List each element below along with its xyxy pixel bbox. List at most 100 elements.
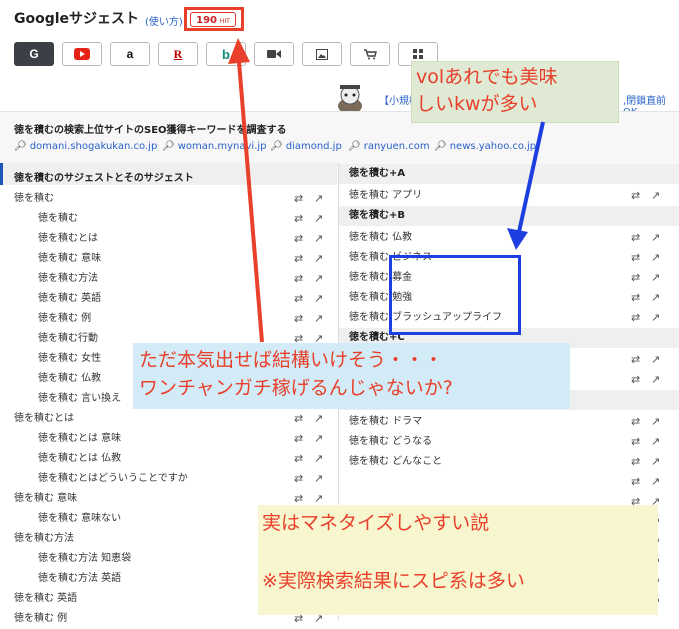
seo-site-link[interactable]: 🔎︎ ranyuen.com [348, 141, 430, 152]
suggest-keyword[interactable]: 徳を積む 英語 [38, 289, 101, 309]
external-link-icon[interactable]: ↗ [651, 472, 660, 492]
suggest-keyword[interactable]: 徳を積む方法 英語 [38, 569, 121, 589]
external-link-icon[interactable]: ↗ [651, 186, 660, 206]
suggest-row[interactable]: 徳を積むとは 意味 ⇄ ↗ [0, 429, 337, 449]
suggest-keyword[interactable]: 徳を積むとはどういうことですか [38, 469, 188, 489]
reload-icon[interactable]: ⇄ [631, 412, 640, 432]
suggest-keyword[interactable]: 徳を積むとは [14, 409, 74, 429]
reload-icon[interactable]: ⇄ [631, 308, 640, 328]
suggest-keyword[interactable]: 徳を積む方法 知恵袋 [38, 549, 131, 569]
external-link-icon[interactable]: ↗ [314, 469, 323, 489]
engine-button-shopping[interactable] [350, 42, 390, 66]
suggest-row[interactable]: 徳を積むとは ⇄ ↗ [0, 409, 337, 429]
suggest-keyword[interactable]: 徳を積む 意味 [38, 249, 101, 269]
external-link-icon[interactable]: ↗ [651, 370, 660, 390]
suggest-keyword[interactable]: 徳を積む 例 [38, 309, 91, 329]
suggest-keyword[interactable]: 徳を積むとは [38, 229, 98, 249]
external-link-icon[interactable]: ↗ [314, 269, 323, 289]
suggest-row[interactable]: 徳を積む どうなる ⇄ ↗ [339, 432, 679, 452]
reload-icon[interactable]: ⇄ [294, 249, 303, 269]
suggest-row[interactable]: 徳を積むとは 仏教 ⇄ ↗ [0, 449, 337, 469]
suggest-row[interactable]: 徳を積む アプリ ⇄ ↗ [339, 186, 679, 206]
suggest-keyword[interactable]: 徳を積む 英語 [14, 589, 77, 609]
external-link-icon[interactable]: ↗ [314, 249, 323, 269]
external-link-icon[interactable]: ↗ [651, 308, 660, 328]
suggest-keyword[interactable]: 徳を積むとは 意味 [38, 429, 121, 449]
external-link-icon[interactable]: ↗ [651, 248, 660, 268]
seo-site-link[interactable]: 🔎︎ woman.mynavi.jp [162, 141, 267, 152]
seo-site-link[interactable]: 🔎︎ domani.shogakukan.co.jp [14, 141, 157, 152]
external-link-icon[interactable]: ↗ [651, 452, 660, 472]
external-link-icon[interactable]: ↗ [651, 268, 660, 288]
external-link-icon[interactable]: ↗ [651, 412, 660, 432]
suggest-keyword[interactable]: 徳を積む 意味ない [38, 509, 121, 529]
suggest-keyword[interactable]: 徳を積む 言い換え [38, 389, 121, 409]
suggest-row[interactable]: 徳を積むとは ⇄ ↗ [0, 229, 337, 249]
external-link-icon[interactable]: ↗ [314, 229, 323, 249]
seo-site-link[interactable]: 🔎︎ news.yahoo.co.jp [434, 141, 536, 152]
reload-icon[interactable]: ⇄ [294, 289, 303, 309]
external-link-icon[interactable]: ↗ [314, 449, 323, 469]
suggest-keyword[interactable]: 徳を積む 女性 [38, 349, 101, 369]
engine-button-amazon[interactable]: a [110, 42, 150, 66]
suggest-keyword[interactable]: 徳を積む ドラマ [349, 412, 422, 432]
suggest-keyword[interactable]: 徳を積む アプリ [349, 186, 422, 206]
reload-icon[interactable]: ⇄ [294, 269, 303, 289]
external-link-icon[interactable]: ↗ [651, 432, 660, 452]
suggest-keyword[interactable]: 徳を積む [38, 209, 78, 229]
reload-icon[interactable]: ⇄ [631, 288, 640, 308]
suggest-row[interactable]: 徳を積む ⇄ ↗ [0, 209, 337, 229]
suggest-row[interactable]: 徳を積むとはどういうことですか ⇄ ↗ [0, 469, 337, 489]
external-link-icon[interactable]: ↗ [314, 429, 323, 449]
engine-button-video[interactable] [254, 42, 294, 66]
suggest-row[interactable]: 徳を積む ⇄ ↗ [0, 189, 337, 209]
reload-icon[interactable]: ⇄ [631, 370, 640, 390]
suggest-row[interactable]: ⇄↗ [339, 472, 679, 492]
suggest-row[interactable]: 徳を積む 仏教 ⇄ ↗ [339, 228, 679, 248]
reload-icon[interactable]: ⇄ [294, 449, 303, 469]
engine-button-google[interactable]: G [14, 42, 54, 66]
engine-button-youtube[interactable] [62, 42, 102, 66]
suggest-row[interactable]: 徳を積む 例 ⇄ ↗ [0, 309, 337, 329]
usage-link[interactable]: (使い方) [145, 13, 183, 28]
external-link-icon[interactable]: ↗ [314, 209, 323, 229]
suggest-keyword[interactable]: 徳を積む [14, 189, 54, 209]
engine-button-rakuten[interactable]: R [158, 42, 198, 66]
reload-icon[interactable]: ⇄ [631, 268, 640, 288]
external-link-icon[interactable]: ↗ [651, 288, 660, 308]
suggest-row[interactable]: 徳を積む方法 ⇄ ↗ [0, 269, 337, 289]
external-link-icon[interactable]: ↗ [314, 189, 323, 209]
suggest-keyword[interactable]: 徳を積む 意味 [14, 489, 77, 509]
suggest-keyword[interactable]: 徳を積むとは 仏教 [38, 449, 121, 469]
reload-icon[interactable]: ⇄ [294, 409, 303, 429]
suggest-keyword[interactable]: 徳を積む どうなる [349, 432, 432, 452]
reload-icon[interactable]: ⇄ [631, 186, 640, 206]
suggest-keyword[interactable]: 徳を積む方法 [38, 269, 98, 289]
suggest-keyword[interactable]: 徳を積む行動 [38, 329, 98, 349]
reload-icon[interactable]: ⇄ [294, 209, 303, 229]
suggest-row[interactable]: 徳を積む 英語 ⇄ ↗ [0, 289, 337, 309]
external-link-icon[interactable]: ↗ [651, 228, 660, 248]
suggest-row[interactable]: 徳を積む どんなこと ⇄ ↗ [339, 452, 679, 472]
external-link-icon[interactable]: ↗ [314, 409, 323, 429]
suggest-keyword[interactable]: 徳を積む 例 [14, 609, 67, 629]
external-link-icon[interactable]: ↗ [651, 350, 660, 370]
reload-icon[interactable]: ⇄ [294, 189, 303, 209]
seo-site-link[interactable]: 🔎︎ diamond.jp [270, 141, 342, 152]
reload-icon[interactable]: ⇄ [631, 452, 640, 472]
suggest-row[interactable]: 徳を積む ドラマ ⇄ ↗ [339, 412, 679, 432]
reload-icon[interactable]: ⇄ [631, 228, 640, 248]
engine-button-bing[interactable]: b [206, 42, 246, 66]
reload-icon[interactable]: ⇄ [631, 248, 640, 268]
suggest-keyword[interactable]: 徳を積む 仏教 [349, 228, 412, 248]
reload-icon[interactable]: ⇄ [294, 469, 303, 489]
external-link-icon[interactable]: ↗ [314, 309, 323, 329]
engine-button-image[interactable] [302, 42, 342, 66]
reload-icon[interactable]: ⇄ [631, 350, 640, 370]
suggest-keyword[interactable]: 徳を積む どんなこと [349, 452, 442, 472]
external-link-icon[interactable]: ↗ [314, 289, 323, 309]
reload-icon[interactable]: ⇄ [294, 309, 303, 329]
reload-icon[interactable]: ⇄ [631, 432, 640, 452]
suggest-keyword[interactable]: 徳を積む 仏教 [38, 369, 101, 389]
reload-icon[interactable]: ⇄ [294, 429, 303, 449]
